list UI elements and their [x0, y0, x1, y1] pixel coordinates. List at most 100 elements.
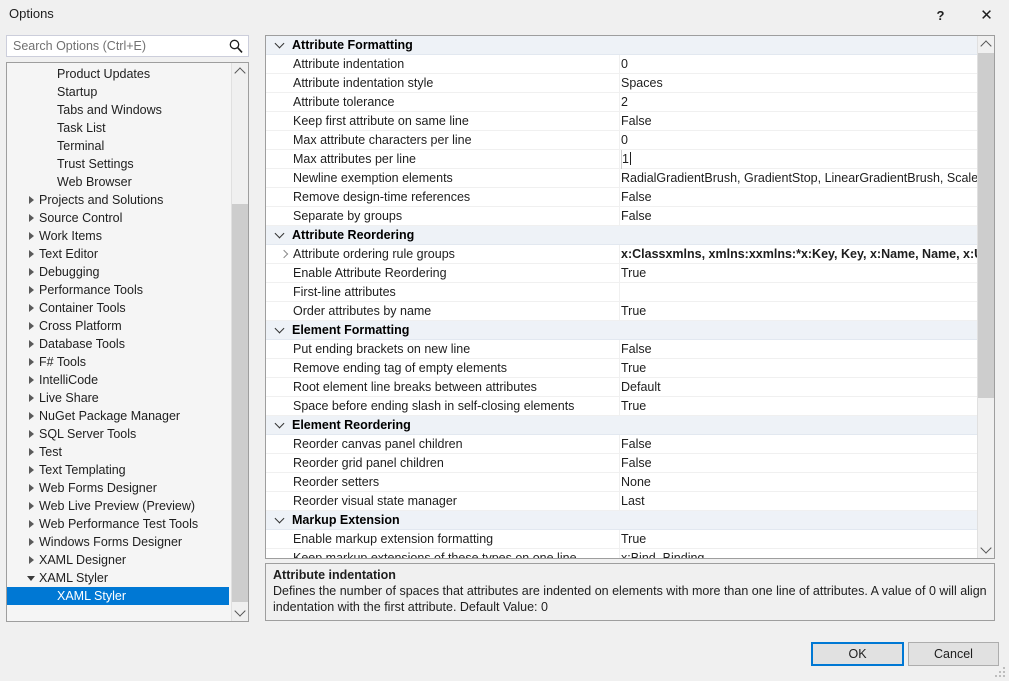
chevron-right-icon[interactable]: [25, 245, 37, 263]
grid-property-value[interactable]: False: [621, 112, 978, 131]
grid-category-attribute-reordering[interactable]: Attribute Reordering: [266, 226, 978, 245]
chevron-down-icon[interactable]: [25, 569, 37, 587]
chevron-down-icon[interactable]: [272, 226, 286, 244]
grid-category-element-formatting[interactable]: Element Formatting: [266, 321, 978, 340]
grid-row-keep-first-attribute-on-same-line[interactable]: Keep first attribute on same line False: [266, 112, 978, 131]
chevron-right-icon[interactable]: [25, 209, 37, 227]
chevron-right-icon[interactable]: [25, 263, 37, 281]
grid-property-value[interactable]: x:Classxmlns, xmlns:xxmlns:*x:Key, Key, …: [621, 245, 978, 264]
sidebar-item-database-tools[interactable]: Database Tools: [7, 335, 229, 353]
grid-row-remove-ending-tag-of-empty-elements[interactable]: Remove ending tag of empty elements True: [266, 359, 978, 378]
tree-scroll-thumb[interactable]: [232, 204, 248, 602]
sidebar-item-nuget-package-manager[interactable]: NuGet Package Manager: [7, 407, 229, 425]
chevron-right-icon[interactable]: [25, 461, 37, 479]
grid-column-splitter[interactable]: [619, 473, 620, 491]
chevron-right-icon[interactable]: [25, 281, 37, 299]
chevron-right-icon[interactable]: [25, 317, 37, 335]
grid-row-newline-exemption-elements[interactable]: Newline exemption elements RadialGradient…: [266, 169, 978, 188]
chevron-right-icon[interactable]: [278, 245, 290, 263]
grid-column-splitter[interactable]: [619, 131, 620, 149]
grid-column-splitter[interactable]: [619, 112, 620, 130]
sidebar-item-xaml-styler[interactable]: XAML Styler: [7, 569, 229, 587]
sidebar-item-projects-and-solutions[interactable]: Projects and Solutions: [7, 191, 229, 209]
grid-row-attribute-indentation[interactable]: Attribute indentation 0: [266, 55, 978, 74]
grid-row-attribute-indentation-style[interactable]: Attribute indentation style Spaces: [266, 74, 978, 93]
chevron-right-icon[interactable]: [25, 335, 37, 353]
chevron-right-icon[interactable]: [25, 479, 37, 497]
options-tree[interactable]: Product Updates Startup Tabs and Windows Ta…: [6, 62, 249, 622]
tree-scroll-up-button[interactable]: [232, 63, 248, 80]
sidebar-item-windows-forms-designer[interactable]: Windows Forms Designer: [7, 533, 229, 551]
grid-property-value[interactable]: True: [621, 264, 978, 283]
ok-button[interactable]: OK: [811, 642, 904, 666]
grid-row-first-line-attributes[interactable]: First-line attributes: [266, 283, 978, 302]
grid-row-max-attributes-per-line[interactable]: Max attributes per line 1: [266, 150, 978, 169]
sidebar-item-text-templating[interactable]: Text Templating: [7, 461, 229, 479]
chevron-right-icon[interactable]: [25, 353, 37, 371]
grid-row-put-ending-brackets-on-new-line[interactable]: Put ending brackets on new line False: [266, 340, 978, 359]
grid-property-value[interactable]: True: [621, 359, 978, 378]
sidebar-item-web-forms-designer[interactable]: Web Forms Designer: [7, 479, 229, 497]
grid-property-value[interactable]: Last: [621, 492, 978, 511]
grid-property-value[interactable]: Spaces: [621, 74, 978, 93]
grid-row-max-attribute-characters-per-line[interactable]: Max attribute characters per line 0: [266, 131, 978, 150]
grid-scroll-thumb[interactable]: [978, 53, 994, 398]
chevron-right-icon[interactable]: [25, 551, 37, 569]
chevron-right-icon[interactable]: [25, 371, 37, 389]
sidebar-item-intellicode[interactable]: IntelliCode: [7, 371, 229, 389]
grid-property-value[interactable]: Default: [621, 378, 978, 397]
grid-column-splitter[interactable]: [619, 264, 620, 282]
grid-property-value[interactable]: RadialGradientBrush, GradientStop, Linea…: [621, 169, 978, 188]
grid-column-splitter[interactable]: [619, 74, 620, 92]
search-input[interactable]: [13, 39, 223, 53]
chevron-right-icon[interactable]: [25, 443, 37, 461]
chevron-right-icon[interactable]: [25, 425, 37, 443]
grid-column-splitter[interactable]: [619, 245, 620, 263]
search-box[interactable]: [6, 35, 249, 57]
grid-column-splitter[interactable]: [619, 169, 620, 187]
sidebar-item-work-items[interactable]: Work Items: [7, 227, 229, 245]
sidebar-item-product-updates[interactable]: Product Updates: [7, 65, 229, 83]
chevron-down-icon[interactable]: [272, 416, 286, 434]
chevron-right-icon[interactable]: [25, 299, 37, 317]
sidebar-item-web-live-preview-preview[interactable]: Web Live Preview (Preview): [7, 497, 229, 515]
grid-scroll-up-button[interactable]: [978, 36, 994, 53]
grid-property-value[interactable]: x:Bind, Binding: [621, 549, 978, 558]
grid-column-splitter[interactable]: [619, 302, 620, 320]
grid-column-splitter[interactable]: [619, 188, 620, 206]
chevron-right-icon[interactable]: [25, 515, 37, 533]
grid-property-value[interactable]: True: [621, 530, 978, 549]
chevron-right-icon[interactable]: [25, 497, 37, 515]
tree-scroll-down-button[interactable]: [232, 604, 248, 621]
grid-property-value[interactable]: True: [621, 302, 978, 321]
grid-property-value[interactable]: True: [621, 397, 978, 416]
grid-scrollbar[interactable]: [977, 36, 994, 558]
grid-property-value[interactable]: False: [621, 454, 978, 473]
sidebar-item-terminal[interactable]: Terminal: [7, 137, 229, 155]
grid-category-markup-extension[interactable]: Markup Extension: [266, 511, 978, 530]
grid-property-value[interactable]: 0: [621, 55, 978, 74]
grid-property-value[interactable]: 0: [621, 131, 978, 150]
sidebar-item-sql-server-tools[interactable]: SQL Server Tools: [7, 425, 229, 443]
sidebar-item-debugging[interactable]: Debugging: [7, 263, 229, 281]
cancel-button[interactable]: Cancel: [908, 642, 999, 666]
grid-row-remove-design-time-references[interactable]: Remove design-time references False: [266, 188, 978, 207]
sidebar-item-xaml-designer[interactable]: XAML Designer: [7, 551, 229, 569]
help-button[interactable]: ?: [918, 0, 963, 30]
grid-row-reorder-canvas-panel-children[interactable]: Reorder canvas panel children False: [266, 435, 978, 454]
sidebar-item-web-performance-test-tools[interactable]: Web Performance Test Tools: [7, 515, 229, 533]
grid-column-splitter[interactable]: [619, 207, 620, 225]
grid-column-splitter[interactable]: [619, 397, 620, 415]
grid-column-splitter[interactable]: [619, 435, 620, 453]
chevron-right-icon[interactable]: [25, 533, 37, 551]
grid-column-splitter[interactable]: [619, 340, 620, 358]
sidebar-item-live-share[interactable]: Live Share: [7, 389, 229, 407]
chevron-right-icon[interactable]: [25, 407, 37, 425]
grid-column-splitter[interactable]: [619, 530, 620, 548]
grid-row-enable-markup-extension-formatting[interactable]: Enable markup extension formatting True: [266, 530, 978, 549]
grid-column-splitter[interactable]: [619, 283, 620, 301]
grid-scroll-down-button[interactable]: [978, 541, 994, 558]
sidebar-item-container-tools[interactable]: Container Tools: [7, 299, 229, 317]
chevron-down-icon[interactable]: [272, 511, 286, 529]
grid-row-reorder-visual-state-manager[interactable]: Reorder visual state manager Last: [266, 492, 978, 511]
